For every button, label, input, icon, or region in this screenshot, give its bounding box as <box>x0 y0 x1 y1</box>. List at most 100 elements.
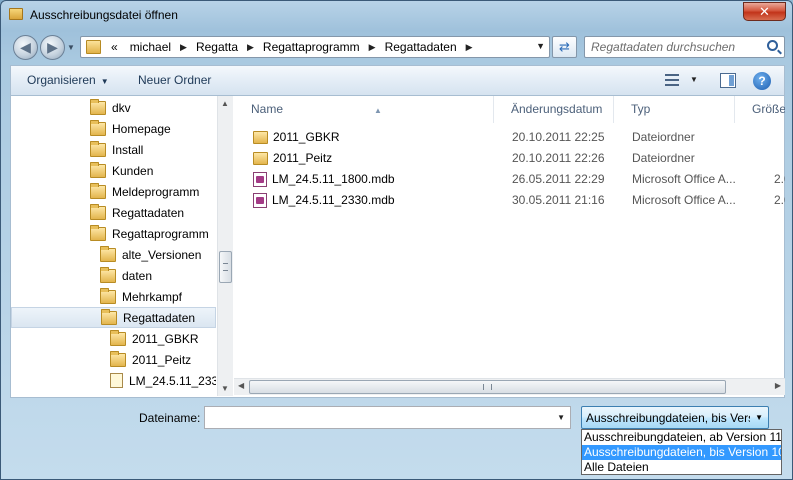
file-type-filter[interactable]: Ausschreibungdateien, bis Vers ▼ <box>581 406 769 429</box>
forward-arrow-icon[interactable]: ▶ <box>40 35 65 60</box>
tree-item[interactable]: Regattadaten <box>11 307 216 328</box>
breadcrumb-item[interactable]: Regattaprogramm <box>257 40 366 55</box>
tree-item[interactable]: 2011_GBKR <box>110 328 199 349</box>
chevron-down-icon[interactable]: ▼ <box>536 41 545 51</box>
file-name-cell: LM_24.5.11_1800.mdb <box>253 169 493 190</box>
database-file-icon <box>253 172 267 187</box>
folder-icon <box>90 224 106 241</box>
new-folder-button[interactable]: Neuer Ordner <box>138 73 211 87</box>
breadcrumb-item[interactable]: Regattadaten <box>379 40 463 55</box>
filename-input[interactable] <box>209 410 539 424</box>
chevron-right-icon[interactable]: ▶ <box>177 40 190 55</box>
search-icon[interactable] <box>767 40 778 51</box>
open-file-dialog: Ausschreibungsdatei öffnen ✕ ◀ ▶ ▼ « mic… <box>0 0 793 480</box>
tree-item-label: Install <box>112 142 144 157</box>
file-type-cell: Dateiordner <box>632 130 695 144</box>
close-button[interactable]: ✕ <box>743 2 786 21</box>
column-header-size[interactable]: Größe <box>735 96 785 123</box>
navigation-tree[interactable]: dkv Homepage Install Kunden Meldeprogramm Reg… <box>11 96 216 396</box>
scroll-right-icon[interactable]: ▶ <box>775 381 781 390</box>
file-type-option[interactable]: Alle Dateien <box>582 460 781 475</box>
file-size-cell <box>774 127 785 148</box>
title-bar[interactable]: Ausschreibungsdatei öffnen ✕ <box>1 1 792 29</box>
address-bar[interactable]: « michael ▶ Regatta ▶ Regattaprogramm ▶ … <box>80 36 550 58</box>
scroll-down-icon[interactable]: ▼ <box>221 384 229 393</box>
file-row[interactable]: LM_24.5.11_1800.mdb 26.05.2011 22:29 Micro… <box>234 169 785 190</box>
tree-item[interactable]: Kunden <box>90 160 153 181</box>
column-header-date[interactable]: Änderungsdatum <box>494 96 614 123</box>
filename-combobox[interactable]: ▼ <box>204 406 571 429</box>
scroll-left-icon[interactable]: ◀ <box>238 381 244 390</box>
scrollbar-thumb[interactable] <box>249 380 726 394</box>
filename-label: Dateiname: <box>139 411 201 425</box>
folder-icon <box>90 119 106 136</box>
help-icon[interactable]: ? <box>753 72 771 90</box>
folder-icon <box>90 203 106 220</box>
folder-icon <box>100 287 116 304</box>
folder-icon <box>100 245 116 262</box>
file-row[interactable]: 2011_Peitz 20.10.2011 22:26 Dateiordner <box>234 148 785 169</box>
chevron-right-icon[interactable]: ▶ <box>366 40 379 55</box>
tree-item[interactable]: Mehrkampf <box>100 286 182 307</box>
file-name: LM_24.5.11_2330.mdb <box>272 193 395 207</box>
view-options-icon[interactable] <box>665 74 679 86</box>
chevron-right-icon[interactable]: ▶ <box>244 40 257 55</box>
organize-label: Organisieren <box>27 73 96 87</box>
refresh-button[interactable]: ⇄ <box>552 36 577 58</box>
scrollbar-thumb[interactable] <box>219 251 232 283</box>
tree-item[interactable]: Regattaprogramm <box>90 223 209 244</box>
chevron-right-icon[interactable]: ▶ <box>463 40 476 55</box>
tree-item-label: Homepage <box>112 121 171 136</box>
column-header-name[interactable]: Name ▲ <box>234 96 494 123</box>
folder-icon <box>86 40 101 54</box>
tree-item[interactable]: 2011_Peitz <box>110 349 191 370</box>
file-name: 2011_GBKR <box>273 130 340 144</box>
file-date-cell: 26.05.2011 22:29 <box>512 172 605 186</box>
organize-button[interactable]: Organisieren ▼ <box>27 73 109 87</box>
tree-item[interactable]: LM_24.5.11_2330 <box>110 370 216 391</box>
folder-icon <box>110 329 126 346</box>
tree-item[interactable]: Install <box>90 139 143 160</box>
tree-item[interactable]: alte_Versionen <box>100 244 201 265</box>
breadcrumb-item[interactable]: michael <box>124 40 177 55</box>
search-input[interactable] <box>591 40 759 54</box>
column-label: Name <box>251 102 284 116</box>
breadcrumb-item[interactable]: Regatta <box>190 40 244 55</box>
breadcrumb: « michael ▶ Regatta ▶ Regattaprogramm ▶ … <box>105 40 476 55</box>
column-header-type[interactable]: Typ <box>614 96 735 123</box>
file-icon <box>110 373 123 388</box>
chevron-down-icon[interactable]: ▼ <box>557 413 565 422</box>
preview-pane-icon[interactable] <box>720 73 736 88</box>
file-row[interactable]: 2011_GBKR 20.10.2011 22:25 Dateiordner <box>234 127 785 148</box>
chevron-down-icon[interactable]: ▼ <box>755 413 763 422</box>
file-list-scrollbar[interactable]: ◀ ▶ <box>234 378 785 395</box>
folder-icon <box>90 98 106 115</box>
recent-pages-dropdown-icon[interactable]: ▼ <box>67 43 75 52</box>
file-type-selected: Ausschreibungdateien, bis Vers <box>586 411 750 425</box>
breadcrumb-overflow[interactable]: « <box>105 40 124 55</box>
tree-item-label: Regattaprogramm <box>112 226 209 241</box>
file-type-dropdown-list: Ausschreibungdateien, ab Version 11 Aussc… <box>581 429 782 475</box>
file-size-cell <box>774 148 785 169</box>
file-date-cell: 20.10.2011 22:26 <box>512 151 605 165</box>
tree-item[interactable]: Regattadaten <box>90 202 184 223</box>
tree-scrollbar[interactable]: ▲ ▼ <box>217 96 233 396</box>
folder-icon <box>90 140 106 157</box>
file-name: LM_24.5.11_1800.mdb <box>272 172 395 186</box>
tree-item-label: daten <box>122 268 153 283</box>
tree-item[interactable]: daten <box>100 265 152 286</box>
back-arrow-icon[interactable]: ◀ <box>13 35 38 60</box>
folder-icon <box>90 182 106 199</box>
scroll-up-icon[interactable]: ▲ <box>221 99 229 108</box>
tree-item[interactable]: Homepage <box>90 118 171 139</box>
tree-item-label: dkv <box>112 100 131 115</box>
file-type-option[interactable]: Ausschreibungdateien, bis Version 10 <box>582 445 781 460</box>
search-box[interactable] <box>584 36 785 58</box>
chevron-down-icon[interactable]: ▼ <box>690 75 698 84</box>
navigation-bar: ◀ ▶ ▼ « michael ▶ Regatta ▶ Regattaprogr… <box>1 31 792 63</box>
file-row[interactable]: LM_24.5.11_2330.mdb 30.05.2011 21:16 Micro… <box>234 190 785 211</box>
tree-item[interactable]: dkv <box>90 97 131 118</box>
file-date-cell: 20.10.2011 22:25 <box>512 130 605 144</box>
tree-item[interactable]: Meldeprogramm <box>90 181 199 202</box>
file-type-option[interactable]: Ausschreibungdateien, ab Version 11 <box>582 430 781 445</box>
